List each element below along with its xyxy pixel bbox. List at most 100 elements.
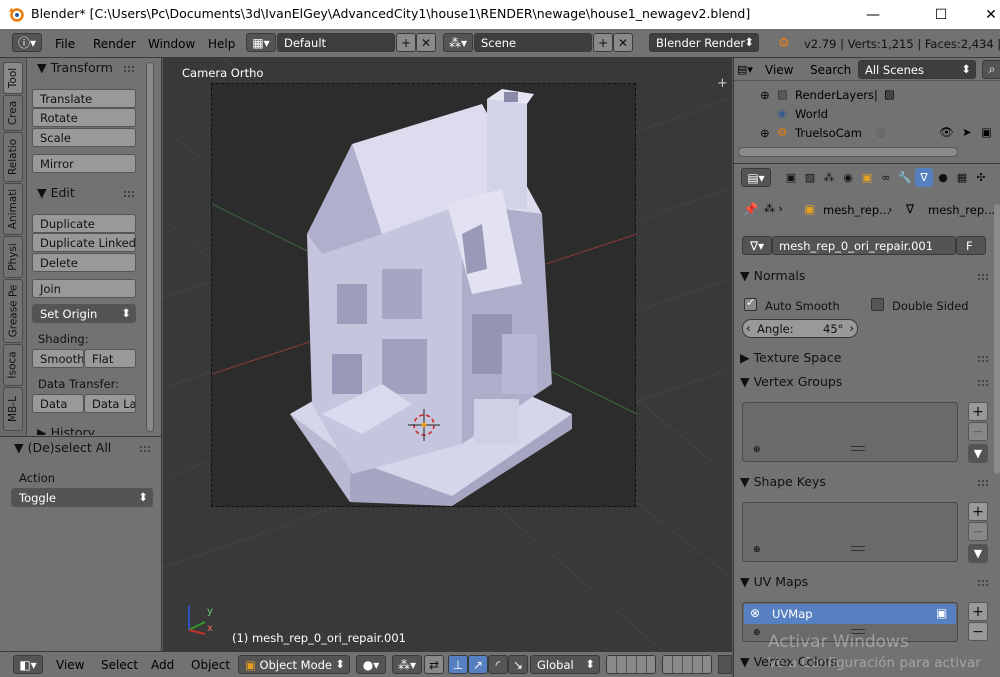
menu-help[interactable]: Help	[208, 37, 235, 51]
editor-type-3dview-icon[interactable]: ◧▾	[13, 655, 43, 674]
add-shape-key-button[interactable]: +	[968, 502, 988, 521]
manipulator-toggle-icon[interactable]: ⇄	[424, 655, 444, 674]
add-layout-icon[interactable]: +	[396, 33, 416, 52]
outliner-menu-search[interactable]: Search	[810, 63, 851, 77]
menu-select[interactable]: Select	[101, 658, 138, 672]
properties-scrollbar[interactable]	[994, 204, 1000, 474]
tab-physics[interactable]: Physi	[3, 236, 23, 278]
uv-maps-panel-header[interactable]: ▼ UV Maps	[740, 574, 991, 589]
panel-grip-icon[interactable]	[140, 446, 150, 452]
rotate-arc-icon[interactable]: ◜	[488, 655, 508, 674]
add-scene-icon[interactable]: +	[593, 33, 613, 52]
outliner-editor-icon[interactable]: ▤▾	[737, 63, 753, 76]
menu-file[interactable]: File	[55, 37, 75, 51]
mesh-datablock-field[interactable]: mesh_rep_0_ori_repair.001	[772, 236, 956, 255]
tab-tools[interactable]: Tool	[3, 62, 23, 94]
mode-select[interactable]: ▣ Object Mode ⬍	[238, 655, 350, 674]
scene-tab-icon[interactable]: ⁂	[820, 168, 838, 187]
uv-map-name[interactable]: UVMap	[772, 607, 813, 621]
tab-animation[interactable]: Animati	[3, 183, 23, 235]
object-tab-icon[interactable]: ▣	[858, 168, 876, 187]
scale-manipulator-icon[interactable]: ↘	[508, 655, 528, 674]
menu-object[interactable]: Object	[191, 658, 230, 672]
mirror-button[interactable]: Mirror	[32, 154, 136, 173]
rotate-button[interactable]: Rotate	[32, 108, 136, 127]
menu-window[interactable]: Window	[148, 37, 195, 51]
properties-editor-icon[interactable]: ▤▾	[741, 168, 771, 187]
menu-add[interactable]: Add	[151, 658, 174, 672]
list-filter-icon[interactable]: ⊕	[753, 545, 761, 555]
visibility-eye-icon[interactable]: 👁	[939, 125, 954, 139]
viewport-add-icon[interactable]: +	[717, 76, 728, 91]
outliner-menu-view[interactable]: View	[765, 63, 793, 77]
outliner-search-icon[interactable]: ⌕	[982, 60, 1000, 79]
constraints-tab-icon[interactable]: ∞	[877, 168, 895, 187]
panel-grip-icon[interactable]	[978, 274, 988, 280]
mesh-browse-icon[interactable]: ∇▾	[742, 236, 772, 255]
minimize-button[interactable]: —	[850, 0, 896, 29]
remove-uv-map-button[interactable]: −	[968, 622, 988, 641]
remove-shape-key-button[interactable]: −	[968, 522, 988, 541]
action-select[interactable]: Toggle ⬍	[11, 488, 153, 507]
outliner-h-scrollbar[interactable]	[738, 147, 958, 157]
history-panel-header[interactable]: ▶ History	[37, 425, 95, 435]
remove-layout-icon[interactable]: ✕	[416, 33, 436, 52]
active-render-camera-icon[interactable]: ▣	[936, 606, 947, 620]
layer-buttons-1[interactable]	[606, 655, 656, 674]
layer-lock-icon[interactable]	[718, 655, 732, 674]
tab-grease-pencil[interactable]: Grease Pe	[3, 279, 23, 343]
outliner-filter-select[interactable]: All Scenes ⬍	[858, 60, 976, 79]
panel-grip-icon[interactable]	[978, 580, 988, 586]
scene-selector-icon[interactable]: ⁂▾	[443, 33, 473, 52]
texture-tab-icon[interactable]: ▦	[953, 168, 971, 187]
expand-icon[interactable]: ⊕	[760, 126, 770, 140]
fake-user-button[interactable]: F	[956, 236, 986, 255]
screen-layout-field[interactable]: Default	[277, 33, 395, 52]
tool-shelf-scrollbar[interactable]	[146, 62, 154, 432]
texture-space-panel-header[interactable]: ▶ Texture Space	[740, 350, 991, 365]
expand-icon[interactable]: ⊕	[760, 88, 770, 102]
tab-relations[interactable]: Relatio	[3, 132, 23, 182]
scene-field[interactable]: Scene	[474, 33, 592, 52]
vertex-group-specials-button[interactable]: ▼	[968, 444, 988, 463]
editor-type-info-icon[interactable]: ⓘ▾	[12, 33, 42, 52]
tab-create[interactable]: Crea	[3, 95, 23, 131]
operator-panel-header[interactable]: ▼ (De)select All	[14, 440, 111, 455]
selectable-arrow-icon[interactable]: ➤	[962, 125, 972, 139]
outliner-row-renderlayers[interactable]: ⊕ ▨ RenderLayers | ▨	[734, 86, 996, 105]
panel-grip-icon[interactable]	[978, 356, 988, 362]
maximize-button[interactable]: ☐	[918, 0, 964, 29]
double-sided-checkbox[interactable]	[871, 298, 884, 311]
layer-buttons-2[interactable]	[662, 655, 712, 674]
particles-tab-icon[interactable]: ✣	[972, 168, 990, 187]
screen-layout-icon[interactable]: ▦▾	[246, 33, 276, 52]
list-filter-icon[interactable]: ⊕	[753, 628, 761, 638]
material-tab-icon[interactable]: ●	[934, 168, 952, 187]
edit-panel-header[interactable]: ▼ Edit	[37, 185, 75, 200]
world-tab-icon[interactable]: ◉	[839, 168, 857, 187]
auto-smooth-angle-field[interactable]: ‹ Angle: 45° ›	[742, 319, 858, 338]
join-button[interactable]: Join	[32, 279, 136, 298]
duplicate-linked-button[interactable]: Duplicate Linked	[32, 233, 136, 252]
scale-button[interactable]: Scale	[32, 128, 136, 147]
normals-panel-header[interactable]: ▼ Normals	[740, 268, 991, 283]
menu-render[interactable]: Render	[93, 37, 136, 51]
list-resize-icon[interactable]	[851, 446, 865, 451]
data-tab-icon[interactable]: ∇	[915, 168, 933, 187]
shape-keys-list[interactable]: ⊕	[742, 502, 958, 562]
remove-vertex-group-button[interactable]: −	[968, 422, 988, 441]
transform-panel-header[interactable]: ▼ Transform	[37, 60, 113, 75]
outliner-row-camera[interactable]: ⊕ ⚙ TruelsoCam ◎ 👁 ➤ ▣	[734, 124, 996, 143]
add-vertex-group-button[interactable]: +	[968, 402, 988, 421]
orientation-select[interactable]: Global ⬍	[530, 655, 600, 674]
translate-button[interactable]: Translate	[32, 89, 136, 108]
increment-arrow-icon[interactable]: ›	[849, 321, 854, 335]
add-uv-map-button[interactable]: +	[968, 602, 988, 621]
render-tab-icon[interactable]: ▣	[782, 168, 800, 187]
panel-grip-icon[interactable]	[124, 191, 134, 197]
vertex-groups-list[interactable]: ⊕	[742, 402, 958, 462]
list-filter-icon[interactable]: ⊕	[753, 445, 761, 455]
vertex-groups-panel-header[interactable]: ▼ Vertex Groups	[740, 374, 991, 389]
pin-icon[interactable]: 📌	[743, 202, 758, 216]
menu-view[interactable]: View	[56, 658, 84, 672]
